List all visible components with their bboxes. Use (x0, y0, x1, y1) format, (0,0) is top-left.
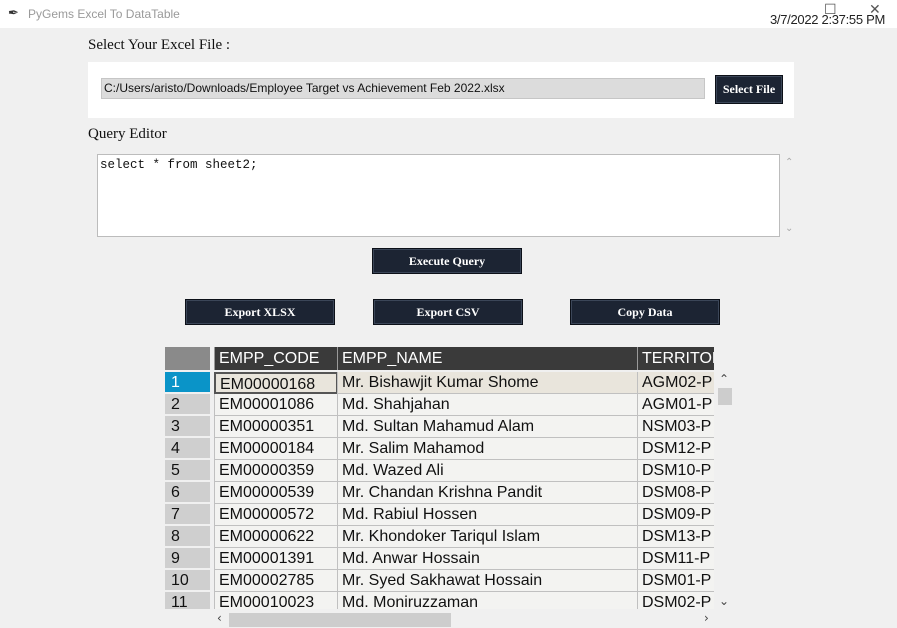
header-corner[interactable] (165, 347, 210, 370)
row-number[interactable]: 10 (165, 570, 210, 591)
scroll-down-icon[interactable]: ⌄ (785, 223, 793, 234)
row-number[interactable]: 7 (165, 504, 210, 525)
cell-territory[interactable]: DSM02-P (637, 592, 714, 609)
column-header[interactable]: TERRITORY (637, 347, 714, 370)
cell-territory[interactable]: AGM01-P (637, 394, 714, 416)
row-number[interactable]: 5 (165, 460, 210, 481)
cell-empp-name[interactable]: Mr. Chandan Krishna Pandit (337, 482, 637, 504)
cell-territory[interactable]: NSM03-P (637, 416, 714, 438)
maximize-icon[interactable]: ☐ (824, 2, 837, 18)
cell-empp-name[interactable]: Md. Wazed Ali (337, 460, 637, 482)
copy-data-button[interactable]: Copy Data (570, 299, 720, 325)
column-header[interactable]: EMPP_CODE (214, 347, 338, 370)
table-row[interactable]: 8 EM00000622 Mr. Khondoker Tariqul Islam DS… (165, 526, 714, 548)
data-table: EMPP_CODE EMPP_NAME TERRITORY 1EM0000016… (165, 347, 714, 609)
cell-empp-code[interactable]: EM00000622 (214, 526, 338, 548)
scroll-up-icon[interactable]: ⌃ (719, 372, 729, 386)
cell-empp-name[interactable]: Mr. Syed Sakhawat Hossain (337, 570, 637, 592)
table-header: EMPP_CODE EMPP_NAME TERRITORY (165, 347, 714, 370)
cell-empp-code[interactable]: EM00000351 (214, 416, 338, 438)
export-xlsx-button[interactable]: Export XLSX (185, 299, 335, 325)
cell-territory[interactable]: DSM09-P (637, 504, 714, 526)
file-path-field[interactable]: C:/Users/aristo/Downloads/Employee Targe… (101, 78, 705, 99)
file-panel: C:/Users/aristo/Downloads/Employee Targe… (88, 62, 794, 118)
cell-empp-name[interactable]: Mr. Bishawjit Kumar Shome (337, 372, 637, 394)
scroll-left-icon[interactable]: ‹ (217, 611, 222, 625)
query-editor[interactable]: select * from sheet2; (97, 154, 780, 237)
scroll-down-icon[interactable]: ⌄ (719, 594, 729, 608)
horizontal-scrollbar-thumb[interactable] (229, 613, 451, 627)
cell-empp-name[interactable]: Md. Moniruzzaman (337, 592, 637, 609)
cell-territory[interactable]: DSM13-P (637, 526, 714, 548)
cell-empp-code[interactable]: EM00001391 (214, 548, 338, 570)
table-row[interactable]: 4 EM00000184 Mr. Salim Mahamod DSM12-P (165, 438, 714, 460)
row-number[interactable]: 11 (165, 592, 210, 609)
close-icon[interactable]: ✕ (869, 2, 881, 18)
window-title: PyGems Excel To DataTable (28, 7, 180, 21)
table-row[interactable]: 9 EM00001391 Md. Anwar Hossain DSM11-P (165, 548, 714, 570)
table-row[interactable]: 2 EM00001086 Md. Shahjahan AGM01-P (165, 394, 714, 416)
cell-empp-name[interactable]: Mr. Salim Mahamod (337, 438, 637, 460)
cell-territory[interactable]: DSM11-P (637, 548, 714, 570)
row-number[interactable]: 1 (165, 372, 210, 393)
execute-query-button[interactable]: Execute Query (372, 248, 522, 274)
cell-empp-code[interactable]: EM00010023 (214, 592, 338, 609)
row-number[interactable]: 3 (165, 416, 210, 437)
cell-empp-code[interactable]: EM00000359 (214, 460, 338, 482)
scroll-right-icon[interactable]: › (704, 611, 709, 625)
scroll-up-icon[interactable]: ⌃ (785, 157, 793, 168)
cell-empp-code[interactable]: EM00002785 (214, 570, 338, 592)
file-label: Select Your Excel File : (88, 37, 231, 53)
table-row[interactable]: 11 EM00010023 Md. Moniruzzaman DSM02-P (165, 592, 714, 609)
cell-empp-name[interactable]: Mr. Khondoker Tariqul Islam (337, 526, 637, 548)
cell-empp-name[interactable]: Md. Sultan Mahamud Alam (337, 416, 637, 438)
table-row[interactable]: 6 EM00000539 Mr. Chandan Krishna Pandit DSM… (165, 482, 714, 504)
cell-empp-code[interactable]: EM00001086 (214, 394, 338, 416)
row-number[interactable]: 4 (165, 438, 210, 459)
table-row[interactable]: 3 EM00000351 Md. Sultan Mahamud Alam NSM03-… (165, 416, 714, 438)
query-editor-label: Query Editor (88, 126, 167, 142)
row-number[interactable]: 8 (165, 526, 210, 547)
row-number[interactable]: 2 (165, 394, 210, 415)
cell-territory[interactable]: DSM01-P (637, 570, 714, 592)
cell-empp-name[interactable]: Md. Shahjahan (337, 394, 637, 416)
cell-territory[interactable]: AGM02-P (637, 372, 714, 394)
cell-empp-code[interactable]: EM00000168 (214, 372, 338, 394)
feather-icon: ✒ (8, 6, 19, 21)
row-number[interactable]: 6 (165, 482, 210, 503)
row-number[interactable]: 9 (165, 548, 210, 569)
table-row[interactable]: 1 EM00000168 Mr. Bishawjit Kumar Shome AGM0… (165, 372, 714, 394)
cell-empp-code[interactable]: EM00000572 (214, 504, 338, 526)
title-bar: ✒ PyGems Excel To DataTable 3/7/2022 2:3… (0, 0, 897, 28)
cell-territory[interactable]: DSM10-P (637, 460, 714, 482)
table-row[interactable]: 5 EM00000359 Md. Wazed Ali DSM10-P (165, 460, 714, 482)
table-row[interactable]: 7 EM00000572 Md. Rabiul Hossen DSM09-P (165, 504, 714, 526)
select-file-button[interactable]: Select File (715, 75, 783, 104)
cell-territory[interactable]: DSM08-P (637, 482, 714, 504)
table-row[interactable]: 10 EM00002785 Mr. Syed Sakhawat Hossain DSM… (165, 570, 714, 592)
vertical-scrollbar-thumb[interactable] (718, 388, 732, 405)
column-header[interactable]: EMPP_NAME (337, 347, 637, 370)
cell-empp-code[interactable]: EM00000184 (214, 438, 338, 460)
cell-territory[interactable]: DSM12-P (637, 438, 714, 460)
export-csv-button[interactable]: Export CSV (373, 299, 523, 325)
cell-empp-name[interactable]: Md. Rabiul Hossen (337, 504, 637, 526)
cell-empp-code[interactable]: EM00000539 (214, 482, 338, 504)
cell-empp-name[interactable]: Md. Anwar Hossain (337, 548, 637, 570)
